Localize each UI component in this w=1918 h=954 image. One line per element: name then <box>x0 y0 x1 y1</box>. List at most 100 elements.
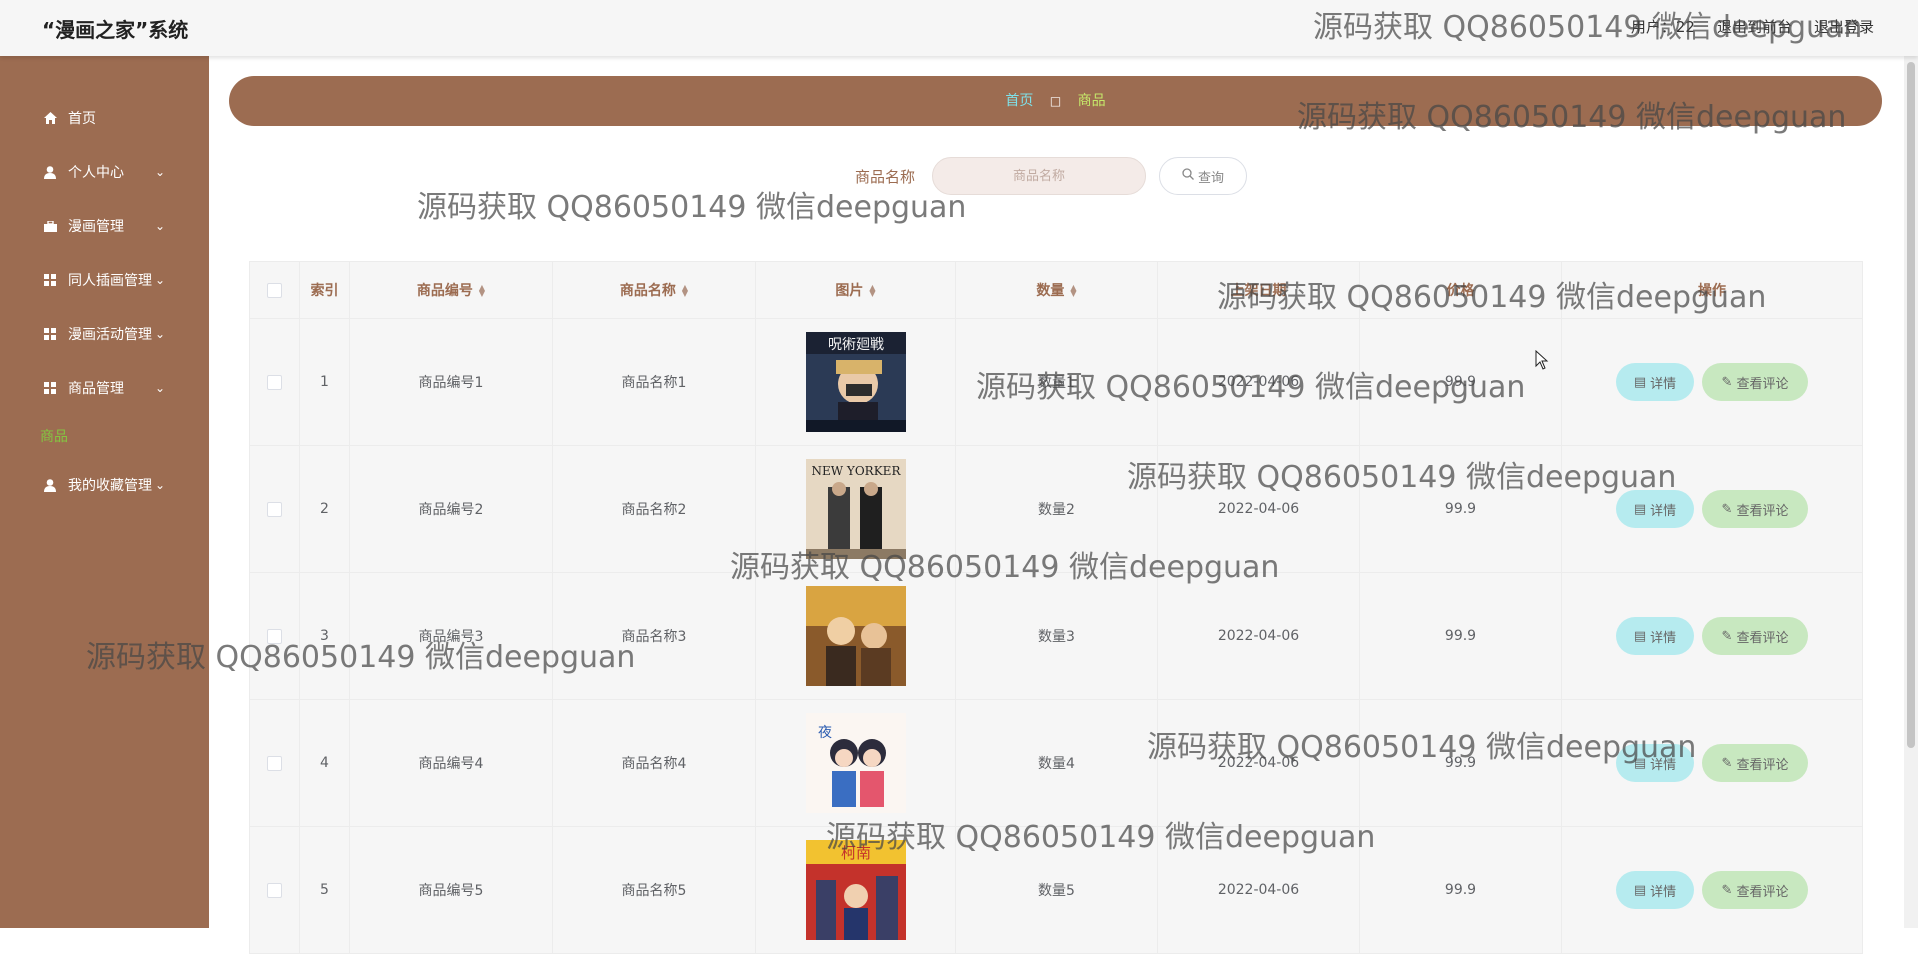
search-label: 商品名称 <box>855 168 916 186</box>
sidebar-item-product-management[interactable]: 商品管理 ⌄ <box>0 368 209 408</box>
sidebar-item-favorites-management[interactable]: 我的收藏管理 ⌄ <box>0 465 209 505</box>
cell-qty: 数量5 <box>955 826 1158 954</box>
view-comments-button[interactable]: ✎ 查看评论 <box>1702 490 1808 528</box>
row-select-cell <box>249 445 300 573</box>
sidebar-item-activity-management[interactable]: 漫画活动管理 ⌄ <box>0 314 209 354</box>
cell-index: 1 <box>299 318 350 446</box>
table-row: 1 商品编号1 商品名称1 呪術廻戦 数量1 2022-04-06 99.9 ▤… <box>249 318 1863 446</box>
cell-name: 商品名称3 <box>552 572 756 700</box>
breadcrumb-home[interactable]: 首页 <box>1005 93 1033 109</box>
column-header-label: 商品编号 <box>416 283 473 299</box>
column-header-label: 商品名称 <box>619 283 676 299</box>
top-links: 用户：22 退出到前台 退出登录 <box>1631 16 1874 37</box>
cell-image: 柯南 <box>755 826 956 954</box>
row-checkbox[interactable] <box>267 628 282 644</box>
row-checkbox[interactable] <box>267 501 282 517</box>
detail-button[interactable]: ▤ 详情 <box>1616 617 1694 655</box>
home-icon <box>43 111 57 125</box>
sidebar-item-fanart-management[interactable]: 同人插画管理 ⌄ <box>0 260 209 300</box>
back-to-frontend-link[interactable]: 退出到前台 <box>1717 16 1792 37</box>
column-header-image[interactable]: 图片 ▲ ▼ <box>755 261 956 319</box>
sidebar-item-label: 同人插画管理 <box>68 273 152 289</box>
product-cover-image: NEW YORKER <box>805 459 906 559</box>
cell-price: 99.9 <box>1359 445 1562 573</box>
table-row: 3 商品编号3 商品名称3 数量3 2022-04-06 99.9 ▤ 详情 ✎ 查看… <box>249 572 1863 700</box>
sort-icon: ▲ ▼ <box>478 283 486 298</box>
column-header-price[interactable]: 价格 <box>1359 261 1562 319</box>
svg-text:柯南: 柯南 <box>840 844 870 862</box>
column-header-index: 索引 <box>299 261 350 319</box>
cell-price: 99.9 <box>1359 572 1562 700</box>
detail-button[interactable]: ▤ 详情 <box>1616 363 1694 401</box>
edit-icon: ✎ <box>1721 755 1733 771</box>
product-cover-image: 呪術廻戦 <box>805 332 906 432</box>
view-comments-button-label: 查看评论 <box>1736 376 1789 392</box>
cell-name: 商品名称2 <box>552 445 756 573</box>
cell-actions: ▤ 详情 ✎ 查看评论 <box>1561 318 1863 446</box>
sidebar-item-label: 漫画活动管理 <box>68 327 152 343</box>
cell-index: 3 <box>299 572 350 700</box>
cell-index: 4 <box>299 699 350 827</box>
select-all-checkbox[interactable] <box>267 282 282 298</box>
detail-button-label: 详情 <box>1650 376 1677 392</box>
cell-date: 2022-04-06 <box>1157 826 1360 954</box>
top-bar: “漫画之家”系统 用户：22 退出到前台 退出登录 <box>0 0 1918 56</box>
table-row: 5 商品编号5 商品名称5 柯南 数量5 2022-04-06 99.9 ▤ 详情… <box>249 826 1863 954</box>
cell-image: 夜 <box>755 699 956 827</box>
view-comments-button[interactable]: ✎ 查看评论 <box>1702 363 1808 401</box>
chevron-down-icon: ⌄ <box>155 381 166 395</box>
sidebar-item-home[interactable]: 首页 <box>0 98 209 138</box>
detail-button[interactable]: ▤ 详情 <box>1616 744 1694 782</box>
grid-icon <box>43 273 57 287</box>
row-checkbox[interactable] <box>267 374 282 390</box>
detail-button[interactable]: ▤ 详情 <box>1616 490 1694 528</box>
document-icon: ▤ <box>1633 755 1647 771</box>
row-select-cell <box>249 572 300 700</box>
logout-link[interactable]: 退出登录 <box>1814 16 1874 37</box>
product-table: 索引 商品编号 ▲ ▼ 商品名称 ▲ ▼ 图片 ▲ ▼ 数量 ▲ ▼ 上架日期 价格 操作 1 … <box>249 261 1863 954</box>
column-header-date[interactable]: 上架日期 <box>1157 261 1360 319</box>
search-input[interactable] <box>932 157 1146 195</box>
edit-icon: ✎ <box>1721 882 1733 898</box>
table-row: 4 商品编号4 商品名称4 夜 数量4 2022-04-06 99.9 ▤ 详情… <box>249 699 1863 827</box>
row-checkbox[interactable] <box>267 755 282 771</box>
detail-button[interactable]: ▤ 详情 <box>1616 871 1694 909</box>
row-checkbox[interactable] <box>267 882 282 898</box>
user-icon <box>43 165 57 179</box>
cell-name: 商品名称5 <box>552 826 756 954</box>
search-icon <box>1182 168 1194 184</box>
cell-date: 2022-04-06 <box>1157 699 1360 827</box>
breadcrumb-separator: □ <box>1049 94 1062 108</box>
cell-price: 99.9 <box>1359 318 1562 446</box>
scrollbar-thumb[interactable] <box>1907 62 1915 748</box>
column-header-name[interactable]: 商品名称 ▲ ▼ <box>552 261 756 319</box>
view-comments-button[interactable]: ✎ 查看评论 <box>1702 744 1808 782</box>
sidebar-item-comic-management[interactable]: 漫画管理 ⌄ <box>0 206 209 246</box>
view-comments-button-label: 查看评论 <box>1736 884 1789 900</box>
svg-text:夜: 夜 <box>818 725 832 741</box>
mouse-cursor-icon <box>1535 350 1549 370</box>
column-header-actions: 操作 <box>1561 261 1863 319</box>
cell-code: 商品编号1 <box>349 318 553 446</box>
column-header-code[interactable]: 商品编号 ▲ ▼ <box>349 261 553 319</box>
cell-date: 2022-04-06 <box>1157 445 1360 573</box>
product-cover-image <box>805 586 906 686</box>
search-button-label: 查询 <box>1197 170 1224 186</box>
briefcase-icon <box>43 219 57 233</box>
watermark-text: 源码获取 QQ86050149 微信deepguan <box>417 190 967 225</box>
cell-index: 2 <box>299 445 350 573</box>
detail-button-label: 详情 <box>1650 630 1677 646</box>
view-comments-button-label: 查看评论 <box>1736 757 1789 773</box>
column-header-qty[interactable]: 数量 ▲ ▼ <box>955 261 1158 319</box>
svg-text:呪術廻戦: 呪術廻戦 <box>828 337 884 353</box>
view-comments-button-label: 查看评论 <box>1736 630 1789 646</box>
view-comments-button[interactable]: ✎ 查看评论 <box>1702 617 1808 655</box>
sidebar-item-profile[interactable]: 个人中心 ⌄ <box>0 152 209 192</box>
sidebar-subitem-product[interactable]: 商品 <box>0 416 209 456</box>
chevron-down-icon: ⌄ <box>155 219 166 233</box>
edit-icon: ✎ <box>1721 374 1733 390</box>
svg-text:NEW YORKER: NEW YORKER <box>811 464 901 478</box>
view-comments-button[interactable]: ✎ 查看评论 <box>1702 871 1808 909</box>
search-button[interactable]: 查询 <box>1159 157 1247 195</box>
cell-code: 商品编号2 <box>349 445 553 573</box>
